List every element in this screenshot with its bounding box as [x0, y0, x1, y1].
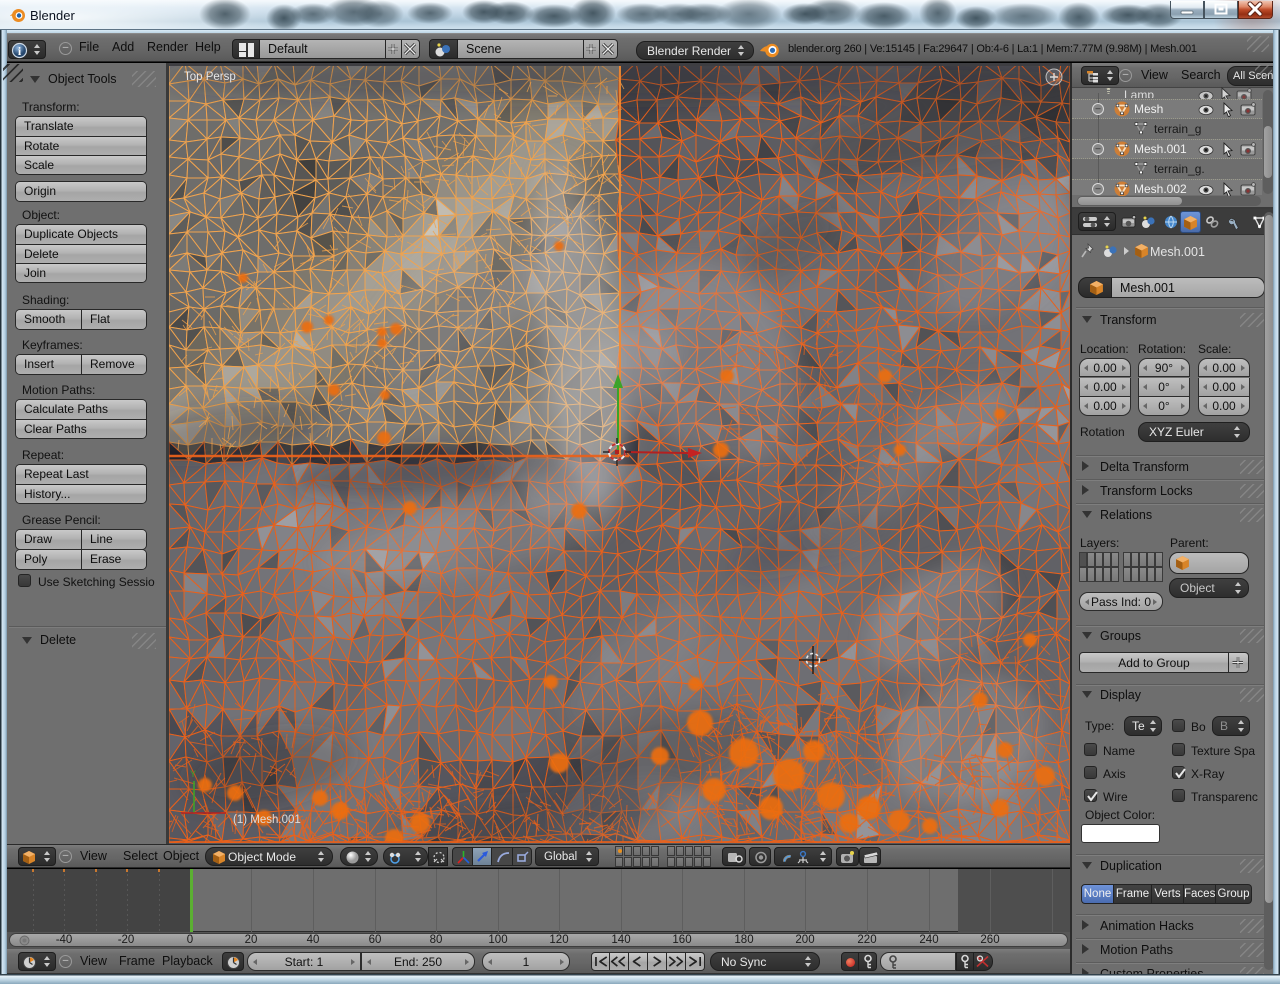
svg-text:Y: Y: [190, 769, 196, 779]
svg-text:Top Persp: Top Persp: [184, 71, 236, 83]
svg-text:(1) Mesh.001: (1) Mesh.001: [233, 814, 301, 826]
